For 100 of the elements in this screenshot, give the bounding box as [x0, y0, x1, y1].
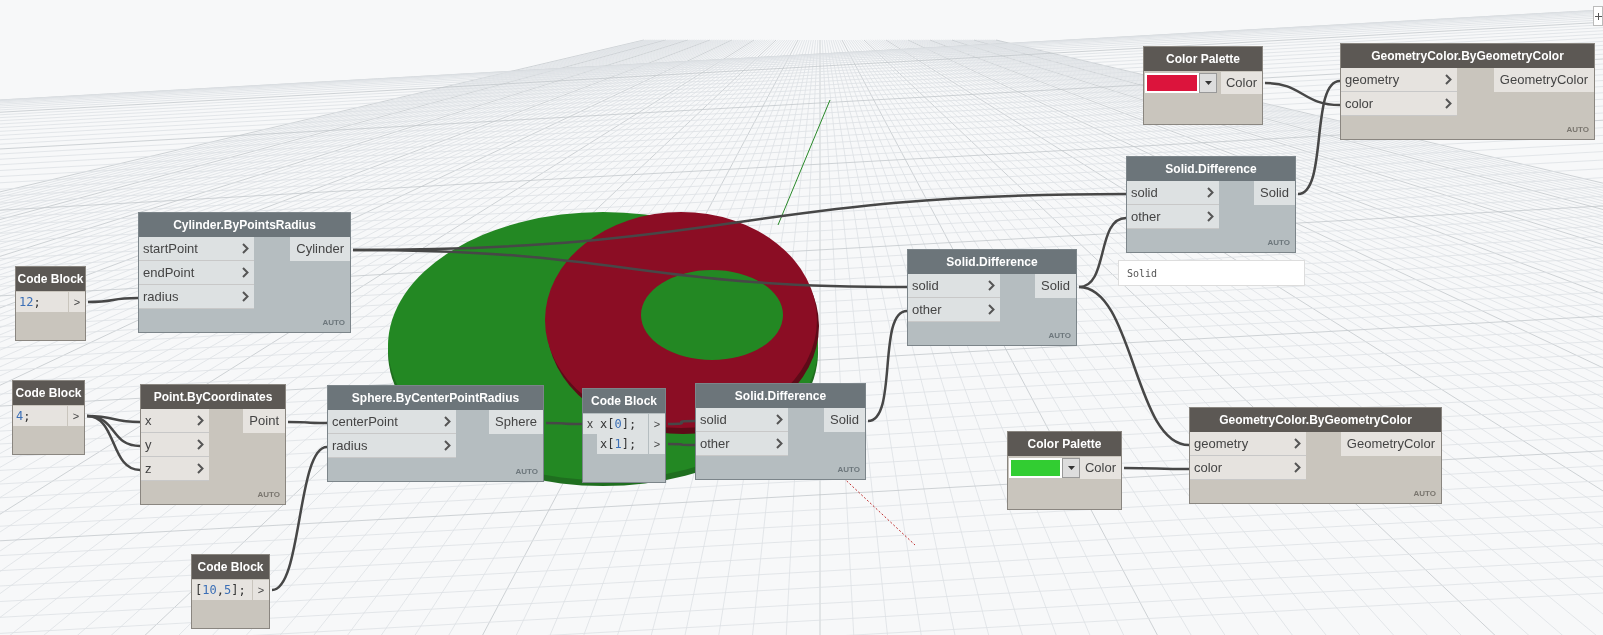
node-card[interactable]: Point.ByCoordinates x y z Point AUTO [140, 384, 286, 505]
node-title: Solid.Difference [1127, 157, 1295, 181]
caret-icon [1067, 466, 1075, 470]
output-port[interactable]: Cylinder [290, 237, 350, 261]
node-card[interactable]: GeometryColor.ByGeometryColor geometry color GeometryColor AUTO [1189, 407, 1442, 504]
chevron-icon [242, 291, 249, 302]
input-port[interactable]: startPoint [139, 237, 254, 261]
node-title: GeometryColor.ByGeometryColor [1341, 44, 1594, 68]
dropdown-button[interactable] [1199, 73, 1217, 93]
wire[interactable] [353, 248, 907, 289]
chevron-icon [444, 416, 451, 427]
wire[interactable] [88, 296, 138, 304]
chevron-icon [197, 415, 204, 426]
port-label: geometry [1345, 70, 1400, 89]
output-port[interactable]: Solid [824, 408, 865, 432]
view-toggle-button[interactable] [1593, 6, 1603, 26]
chevron-icon [1207, 187, 1214, 198]
wire[interactable] [867, 309, 908, 423]
chevron-icon [444, 440, 451, 451]
input-port[interactable]: z [141, 457, 209, 481]
chevron-icon [1445, 98, 1452, 109]
node-card[interactable]: Code Block x x[0]; > x[1]; > [582, 388, 666, 483]
output-port[interactable]: > [649, 414, 665, 434]
port-label: other [912, 300, 942, 319]
node-title: Code Block [13, 381, 84, 405]
port-label: color [1345, 94, 1374, 113]
node-card[interactable]: Solid.Difference solid other Solid AUTO [695, 383, 866, 480]
output-port[interactable]: > [69, 292, 85, 312]
node-card[interactable]: Cylinder.ByPointsRadius startPoint endPoint radius Cylinder AUTO [138, 212, 351, 333]
port-label: color [1194, 458, 1223, 477]
plus-icon [1594, 12, 1602, 20]
node-title: Sphere.ByCenterPointRadius [328, 386, 543, 410]
input-port[interactable]: color [1341, 92, 1457, 116]
wire[interactable] [1078, 216, 1127, 289]
input-port[interactable]: color [1190, 456, 1306, 480]
output-port[interactable]: > [649, 434, 665, 454]
output-port[interactable]: > [68, 406, 84, 426]
port-label: other [700, 434, 730, 453]
port-label: startPoint [143, 239, 198, 258]
output-port[interactable]: GeometryColor [1493, 68, 1594, 92]
node-title: GeometryColor.ByGeometryColor [1190, 408, 1441, 432]
color-swatch[interactable] [1009, 458, 1063, 478]
dropdown-button[interactable] [1062, 458, 1080, 478]
node-card[interactable]: GeometryColor.ByGeometryColor geometry color GeometryColor AUTO [1340, 43, 1595, 140]
node-title: Code Block [583, 389, 665, 413]
output-port[interactable]: Color [1220, 72, 1262, 94]
output-port[interactable]: Point [243, 409, 285, 433]
wire[interactable] [1264, 81, 1341, 107]
chevron-icon [1294, 462, 1301, 473]
input-port[interactable]: endPoint [139, 261, 254, 285]
color-swatch[interactable] [1145, 73, 1199, 93]
input-port[interactable]: geometry [1341, 68, 1457, 92]
input-port[interactable]: geometry [1190, 432, 1306, 456]
output-port[interactable]: > [253, 580, 269, 600]
output-port[interactable]: Solid [1254, 181, 1295, 205]
node-card[interactable]: Sphere.ByCenterPointRadius centerPoint radius Sphere AUTO [327, 385, 544, 482]
chevron-icon [988, 280, 995, 291]
input-port[interactable]: solid [908, 274, 1000, 298]
node-card[interactable]: Color Palette Color [1007, 431, 1122, 510]
node-card[interactable]: Code Block [10,5]; > [191, 554, 270, 629]
chevron-icon [197, 439, 204, 450]
chevron-icon [242, 267, 249, 278]
output-port[interactable]: Color [1079, 457, 1121, 479]
node-title: Code Block [16, 267, 85, 291]
input-port[interactable]: solid [1127, 181, 1219, 205]
output-port[interactable]: Sphere [489, 410, 543, 434]
port-label: endPoint [143, 263, 195, 282]
input-port[interactable]: y [141, 433, 209, 457]
input-port[interactable]: centerPoint [328, 410, 456, 434]
output-port[interactable]: Solid [1035, 274, 1076, 298]
port-label: radius [143, 287, 179, 306]
input-port[interactable]: x [141, 409, 209, 433]
node-title: Code Block [192, 555, 269, 579]
port-label: solid [1131, 183, 1158, 202]
node-card[interactable]: Code Block 12; > [15, 266, 86, 341]
input-port[interactable]: radius [328, 434, 456, 458]
input-port[interactable]: other [696, 432, 788, 456]
input-port[interactable]: other [908, 298, 1000, 322]
input-port[interactable]: x [583, 414, 597, 434]
chevron-icon [1207, 211, 1214, 222]
wire[interactable] [86, 414, 141, 472]
node-title: Color Palette [1144, 47, 1262, 71]
port-label: x [145, 411, 152, 430]
wire[interactable] [1297, 79, 1341, 196]
chevron-icon [1445, 74, 1452, 85]
wire[interactable] [288, 420, 327, 425]
port-label: solid [700, 410, 727, 429]
chevron-icon [776, 438, 783, 449]
node-card[interactable]: Color Palette Color [1143, 46, 1263, 125]
node-card[interactable]: Solid.Difference solid other Solid AUTO [907, 249, 1077, 346]
caret-icon [1204, 81, 1212, 85]
output-port[interactable]: GeometryColor [1340, 432, 1441, 456]
node-title: Point.ByCoordinates [141, 385, 285, 409]
tooltip: Solid [1118, 260, 1305, 286]
node-card[interactable]: Code Block 4; > [12, 380, 85, 455]
port-label: geometry [1194, 434, 1249, 453]
input-port[interactable]: other [1127, 205, 1219, 229]
input-port[interactable]: solid [696, 408, 788, 432]
wire[interactable] [1124, 466, 1189, 471]
input-port[interactable]: radius [139, 285, 254, 309]
